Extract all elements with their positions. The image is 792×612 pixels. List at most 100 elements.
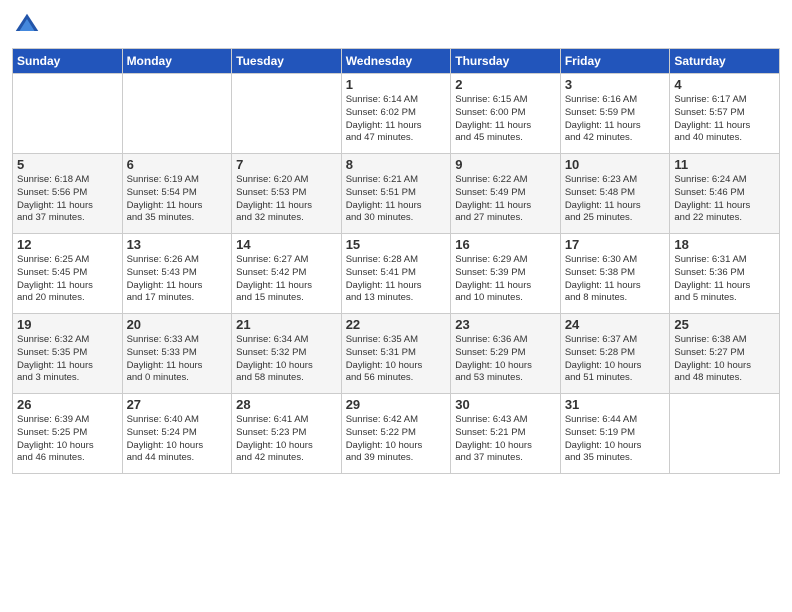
day-number: 16 xyxy=(455,237,556,252)
day-info: Sunrise: 6:18 AM Sunset: 5:56 PM Dayligh… xyxy=(17,174,118,225)
day-number: 1 xyxy=(346,77,447,92)
day-info: Sunrise: 6:31 AM Sunset: 5:36 PM Dayligh… xyxy=(674,254,775,305)
day-number: 4 xyxy=(674,77,775,92)
day-number: 30 xyxy=(455,397,556,412)
calendar-cell: 14 Sunrise: 6:27 AM Sunset: 5:42 PM Dayli… xyxy=(232,234,342,314)
day-number: 11 xyxy=(674,157,775,172)
calendar-cell: 4 Sunrise: 6:17 AM Sunset: 5:57 PM Daylig… xyxy=(670,74,780,154)
day-info: Sunrise: 6:43 AM Sunset: 5:21 PM Dayligh… xyxy=(455,414,556,465)
calendar-cell: 1 Sunrise: 6:14 AM Sunset: 6:02 PM Daylig… xyxy=(341,74,451,154)
day-info: Sunrise: 6:44 AM Sunset: 5:19 PM Dayligh… xyxy=(565,414,666,465)
day-info: Sunrise: 6:37 AM Sunset: 5:28 PM Dayligh… xyxy=(565,334,666,385)
calendar-cell: 27 Sunrise: 6:40 AM Sunset: 5:24 PM Dayli… xyxy=(122,394,232,474)
calendar-cell: 30 Sunrise: 6:43 AM Sunset: 5:21 PM Dayli… xyxy=(451,394,561,474)
calendar-cell: 11 Sunrise: 6:24 AM Sunset: 5:46 PM Dayli… xyxy=(670,154,780,234)
calendar-cell: 8Sunrise: 6:21 AM Sunset: 5:51 PM Daylig… xyxy=(341,154,451,234)
calendar-cell: 5 Sunrise: 6:18 AM Sunset: 5:56 PM Daylig… xyxy=(13,154,123,234)
day-info: Sunrise: 6:20 AM Sunset: 5:53 PM Dayligh… xyxy=(236,174,337,225)
day-info: Sunrise: 6:15 AM Sunset: 6:00 PM Dayligh… xyxy=(455,94,556,145)
day-number: 20 xyxy=(127,317,228,332)
day-number: 24 xyxy=(565,317,666,332)
day-number: 2 xyxy=(455,77,556,92)
day-number: 14 xyxy=(236,237,337,252)
day-number: 28 xyxy=(236,397,337,412)
calendar-week-row: 19 Sunrise: 6:32 AM Sunset: 5:35 PM Dayli… xyxy=(13,314,780,394)
calendar-cell: 6 Sunrise: 6:19 AM Sunset: 5:54 PM Daylig… xyxy=(122,154,232,234)
day-info: Sunrise: 6:29 AM Sunset: 5:39 PM Dayligh… xyxy=(455,254,556,305)
calendar-cell: 19 Sunrise: 6:32 AM Sunset: 5:35 PM Dayli… xyxy=(13,314,123,394)
day-number: 12 xyxy=(17,237,118,252)
calendar-cell: 7 Sunrise: 6:20 AM Sunset: 5:53 PM Daylig… xyxy=(232,154,342,234)
header-row: SundayMondayTuesdayWednesdayThursdayFrid… xyxy=(13,49,780,74)
calendar-cell xyxy=(232,74,342,154)
day-number: 27 xyxy=(127,397,228,412)
calendar-cell: 28 Sunrise: 6:41 AM Sunset: 5:23 PM Dayli… xyxy=(232,394,342,474)
calendar-cell: 23 Sunrise: 6:36 AM Sunset: 5:29 PM Dayli… xyxy=(451,314,561,394)
calendar-cell: 31 Sunrise: 6:44 AM Sunset: 5:19 PM Dayli… xyxy=(560,394,670,474)
day-number: 15 xyxy=(346,237,447,252)
day-number: 9 xyxy=(455,157,556,172)
calendar-cell: 9Sunrise: 6:22 AM Sunset: 5:49 PM Daylig… xyxy=(451,154,561,234)
calendar-cell: 12 Sunrise: 6:25 AM Sunset: 5:45 PM Dayli… xyxy=(13,234,123,314)
day-info: Sunrise: 6:32 AM Sunset: 5:35 PM Dayligh… xyxy=(17,334,118,385)
header xyxy=(12,10,780,40)
day-info: Sunrise: 6:28 AM Sunset: 5:41 PM Dayligh… xyxy=(346,254,447,305)
calendar-cell xyxy=(13,74,123,154)
calendar-cell: 22Sunrise: 6:35 AM Sunset: 5:31 PM Dayli… xyxy=(341,314,451,394)
day-info: Sunrise: 6:42 AM Sunset: 5:22 PM Dayligh… xyxy=(346,414,447,465)
logo-icon xyxy=(12,10,42,40)
day-number: 21 xyxy=(236,317,337,332)
day-header: Monday xyxy=(122,49,232,74)
calendar-cell xyxy=(122,74,232,154)
calendar-week-row: 1 Sunrise: 6:14 AM Sunset: 6:02 PM Daylig… xyxy=(13,74,780,154)
day-header: Friday xyxy=(560,49,670,74)
calendar-cell: 3Sunrise: 6:16 AM Sunset: 5:59 PM Daylig… xyxy=(560,74,670,154)
day-info: Sunrise: 6:19 AM Sunset: 5:54 PM Dayligh… xyxy=(127,174,228,225)
day-header: Sunday xyxy=(13,49,123,74)
day-info: Sunrise: 6:36 AM Sunset: 5:29 PM Dayligh… xyxy=(455,334,556,385)
day-number: 13 xyxy=(127,237,228,252)
day-number: 23 xyxy=(455,317,556,332)
day-number: 7 xyxy=(236,157,337,172)
day-info: Sunrise: 6:39 AM Sunset: 5:25 PM Dayligh… xyxy=(17,414,118,465)
day-info: Sunrise: 6:25 AM Sunset: 5:45 PM Dayligh… xyxy=(17,254,118,305)
day-header: Thursday xyxy=(451,49,561,74)
calendar-cell: 18 Sunrise: 6:31 AM Sunset: 5:36 PM Dayli… xyxy=(670,234,780,314)
calendar-cell: 15 Sunrise: 6:28 AM Sunset: 5:41 PM Dayli… xyxy=(341,234,451,314)
calendar-cell: 17Sunrise: 6:30 AM Sunset: 5:38 PM Dayli… xyxy=(560,234,670,314)
calendar-week-row: 5 Sunrise: 6:18 AM Sunset: 5:56 PM Daylig… xyxy=(13,154,780,234)
calendar-table: SundayMondayTuesdayWednesdayThursdayFrid… xyxy=(12,48,780,474)
calendar-cell: 2 Sunrise: 6:15 AM Sunset: 6:00 PM Daylig… xyxy=(451,74,561,154)
day-info: Sunrise: 6:14 AM Sunset: 6:02 PM Dayligh… xyxy=(346,94,447,145)
day-number: 29 xyxy=(346,397,447,412)
day-number: 25 xyxy=(674,317,775,332)
day-number: 3 xyxy=(565,77,666,92)
calendar-cell: 24 Sunrise: 6:37 AM Sunset: 5:28 PM Dayli… xyxy=(560,314,670,394)
day-info: Sunrise: 6:17 AM Sunset: 5:57 PM Dayligh… xyxy=(674,94,775,145)
day-number: 22 xyxy=(346,317,447,332)
calendar-cell: 10Sunrise: 6:23 AM Sunset: 5:48 PM Dayli… xyxy=(560,154,670,234)
day-number: 19 xyxy=(17,317,118,332)
day-info: Sunrise: 6:33 AM Sunset: 5:33 PM Dayligh… xyxy=(127,334,228,385)
day-info: Sunrise: 6:34 AM Sunset: 5:32 PM Dayligh… xyxy=(236,334,337,385)
day-number: 31 xyxy=(565,397,666,412)
day-info: Sunrise: 6:24 AM Sunset: 5:46 PM Dayligh… xyxy=(674,174,775,225)
calendar-cell: 13Sunrise: 6:26 AM Sunset: 5:43 PM Dayli… xyxy=(122,234,232,314)
calendar-cell: 29 Sunrise: 6:42 AM Sunset: 5:22 PM Dayli… xyxy=(341,394,451,474)
logo xyxy=(12,10,44,40)
calendar-cell: 20 Sunrise: 6:33 AM Sunset: 5:33 PM Dayli… xyxy=(122,314,232,394)
day-number: 18 xyxy=(674,237,775,252)
day-info: Sunrise: 6:27 AM Sunset: 5:42 PM Dayligh… xyxy=(236,254,337,305)
day-info: Sunrise: 6:40 AM Sunset: 5:24 PM Dayligh… xyxy=(127,414,228,465)
day-info: Sunrise: 6:23 AM Sunset: 5:48 PM Dayligh… xyxy=(565,174,666,225)
calendar-cell: 16 Sunrise: 6:29 AM Sunset: 5:39 PM Dayli… xyxy=(451,234,561,314)
day-info: Sunrise: 6:41 AM Sunset: 5:23 PM Dayligh… xyxy=(236,414,337,465)
day-number: 6 xyxy=(127,157,228,172)
day-header: Saturday xyxy=(670,49,780,74)
calendar-week-row: 26Sunrise: 6:39 AM Sunset: 5:25 PM Dayli… xyxy=(13,394,780,474)
day-number: 8 xyxy=(346,157,447,172)
day-info: Sunrise: 6:38 AM Sunset: 5:27 PM Dayligh… xyxy=(674,334,775,385)
day-number: 5 xyxy=(17,157,118,172)
calendar-cell: 21 Sunrise: 6:34 AM Sunset: 5:32 PM Dayli… xyxy=(232,314,342,394)
calendar-week-row: 12 Sunrise: 6:25 AM Sunset: 5:45 PM Dayli… xyxy=(13,234,780,314)
